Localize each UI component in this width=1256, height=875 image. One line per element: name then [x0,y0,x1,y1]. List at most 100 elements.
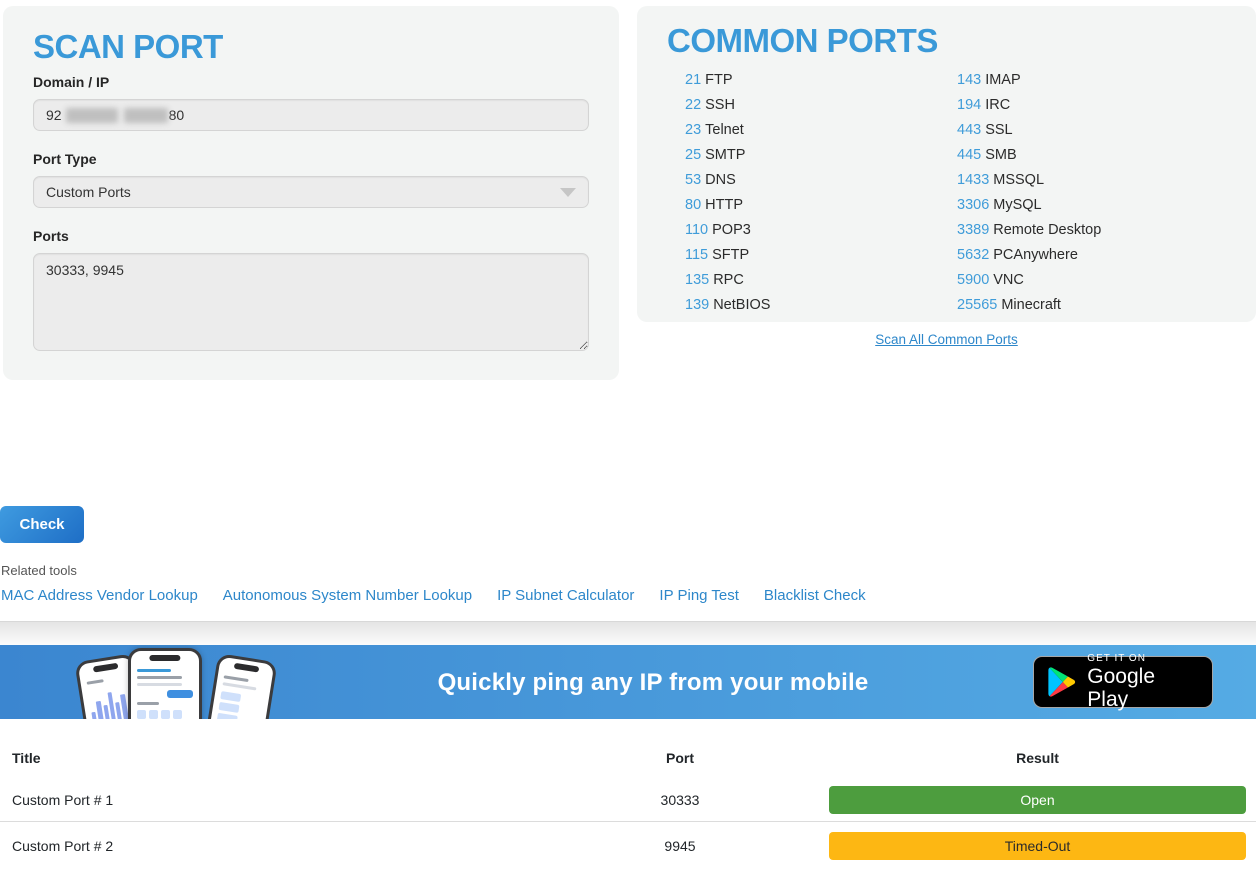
port-name: MySQL [993,197,1041,213]
port-name: VNC [993,272,1024,288]
common-port-item: 445SMB [957,143,1226,168]
port-number-link[interactable]: 53 [685,172,701,188]
ports-textarea[interactable]: 30333, 9945 [33,253,589,351]
common-ports-title: COMMON PORTS [667,22,1226,60]
related-tools-links: MAC Address Vendor Lookup Autonomous Syst… [1,587,866,604]
port-type-selected-value: Custom Ports [46,184,131,200]
ports-label: Ports [33,228,589,244]
port-number-link[interactable]: 21 [685,72,701,88]
common-port-item: 194IRC [957,93,1226,118]
port-number-link[interactable]: 135 [685,272,709,288]
common-port-item: 110POP3 [685,218,957,243]
scan-all-common-ports-link[interactable]: Scan All Common Ports [875,332,1018,347]
page: SCAN PORT Domain / IP 9280 Port Type Cus… [0,0,1256,875]
result-status-badge: Timed-Out [829,832,1246,860]
port-name: POP3 [712,222,751,238]
related-tools-label: Related tools [1,563,77,578]
port-type-label: Port Type [33,151,589,167]
result-status-badge: Open [829,786,1246,814]
common-port-item: 3389Remote Desktop [957,218,1226,243]
port-number-link[interactable]: 25565 [957,297,997,313]
common-port-item: 1433MSSQL [957,168,1226,193]
common-ports-panel: COMMON PORTS 21FTP22SSH23Telnet25SMTP53D… [637,6,1256,322]
common-port-item: 5900VNC [957,268,1226,293]
port-number-link[interactable]: 1433 [957,172,989,188]
common-port-item: 25SMTP [685,143,957,168]
port-number-link[interactable]: 110 [685,222,708,238]
port-name: SSL [985,122,1012,138]
section-divider [0,621,1256,645]
related-tool-link[interactable]: IP Subnet Calculator [497,587,634,604]
column-header-result: Result [829,750,1246,766]
port-number-link[interactable]: 115 [685,247,708,263]
port-number-link[interactable]: 25 [685,147,701,163]
port-number-link[interactable]: 80 [685,197,701,213]
port-number-link[interactable]: 443 [957,122,981,138]
port-name: IMAP [985,72,1020,88]
port-type-select[interactable]: Custom Ports [33,176,589,208]
scan-port-title: SCAN PORT [33,28,589,66]
port-name: FTP [705,72,732,88]
port-number-link[interactable]: 3389 [957,222,989,238]
port-number-link[interactable]: 194 [957,97,981,113]
port-name: Remote Desktop [993,222,1101,238]
domain-ip-input[interactable]: 9280 [33,99,589,131]
phone-mockups-image [84,648,279,719]
result-cell: Open [740,786,1256,814]
common-ports-grid: 21FTP22SSH23Telnet25SMTP53DNS80HTTP110PO… [667,68,1226,318]
common-port-item: 5632PCAnywhere [957,243,1226,268]
common-port-item: 115SFTP [685,243,957,268]
port-number-link[interactable]: 139 [685,297,709,313]
common-ports-column-right: 143IMAP194IRC443SSL445SMB1433MSSQL3306My… [957,68,1226,318]
port-name: MSSQL [993,172,1044,188]
port-number-link[interactable]: 23 [685,122,701,138]
port-name: Minecraft [1001,297,1061,313]
result-table-row: Custom Port # 29945 Timed-Out [0,822,1256,869]
common-port-item: 22SSH [685,93,957,118]
common-port-item: 139NetBIOS [685,293,957,318]
result-table-row: Custom Port # 130333Open [0,778,1256,822]
common-port-item: 21FTP [685,68,957,93]
common-port-item: 3306MySQL [957,193,1226,218]
port-number-link[interactable]: 22 [685,97,701,113]
domain-ip-label: Domain / IP [33,74,589,90]
port-number-link[interactable]: 5632 [957,247,989,263]
check-button[interactable]: Check [0,506,84,543]
port-name: HTTP [705,197,743,213]
related-tool-link[interactable]: IP Ping Test [659,587,739,604]
chevron-down-icon [560,188,576,197]
port-number-link[interactable]: 5900 [957,272,989,288]
result-cell: Timed-Out [740,832,1256,860]
common-port-item: 53DNS [685,168,957,193]
domain-ip-value-end: 80 [169,107,185,123]
related-tool-link[interactable]: MAC Address Vendor Lookup [1,587,198,604]
scan-all-wrap: Scan All Common Ports [637,331,1256,349]
result-port-cell: 9945 [620,838,740,854]
google-play-icon [1047,666,1076,698]
common-port-item: 80HTTP [685,193,957,218]
google-play-get-it-on: GET IT ON [1087,653,1199,664]
port-number-link[interactable]: 3306 [957,197,989,213]
column-header-port: Port [620,750,740,766]
mobile-app-banner: Quickly ping any IP from your mobile GET… [0,645,1256,719]
port-number-link[interactable]: 445 [957,147,981,163]
result-port-cell: 30333 [620,792,740,808]
google-play-text: GET IT ON Google Play [1087,653,1199,711]
port-number-link[interactable]: 143 [957,72,981,88]
common-port-item: 23Telnet [685,118,957,143]
port-name: RPC [713,272,744,288]
port-name: NetBIOS [713,297,770,313]
related-tool-link[interactable]: Autonomous System Number Lookup [223,587,472,604]
common-port-item: 25565Minecraft [957,293,1226,318]
column-header-title: Title [0,750,620,766]
port-name: DNS [705,172,736,188]
port-name: Telnet [705,122,744,138]
common-port-item: 135RPC [685,268,957,293]
port-name: IRC [985,97,1010,113]
result-title-cell: Custom Port # 2 [0,838,620,854]
related-tool-link[interactable]: Blacklist Check [764,587,866,604]
port-name: SFTP [712,247,749,263]
port-name: PCAnywhere [993,247,1078,263]
google-play-badge[interactable]: GET IT ON Google Play [1033,656,1213,708]
masked-ip-segment [124,108,168,123]
